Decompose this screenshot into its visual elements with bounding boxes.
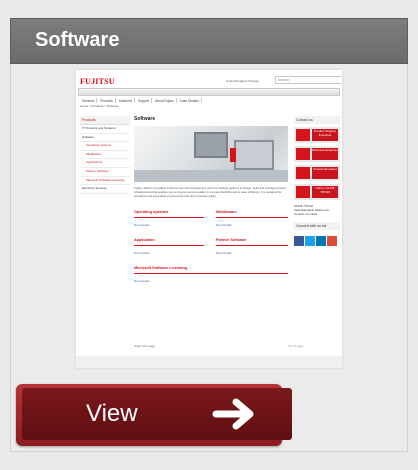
thumb-contact-label: Product Support Enquiries: [312, 129, 338, 141]
thumb-contact-button: Business Enquiries: [294, 146, 340, 162]
section-divider: [134, 245, 204, 246]
thumb-footer: [76, 356, 342, 368]
desk-shape: [134, 170, 288, 182]
thumb-nav-item: Case Studies: [177, 98, 202, 103]
section-divider: [216, 245, 288, 246]
thumb-more-link: More Details: [216, 223, 232, 227]
thumb-search-input: Search: [275, 76, 342, 84]
thumb-sidebar-heading: Products: [80, 116, 130, 125]
thumb-more-link: More Details: [216, 251, 232, 255]
linkedin-icon: [316, 236, 326, 246]
thumb-sidebar-item: Partner Software: [80, 168, 130, 177]
monitor-shape: [194, 132, 228, 158]
googleplus-icon: [327, 236, 337, 246]
thumb-nav-item: Products: [97, 98, 116, 103]
thumb-contact-button: Call us: 01235 797110: [294, 184, 340, 200]
thumb-section-title: Middleware: [216, 210, 237, 214]
view-button-face: View: [22, 388, 292, 440]
thumb-sidebar-item: Middleware: [80, 151, 130, 160]
thumb-hero-image: [134, 126, 288, 182]
thumb-section-title: Partner Software: [216, 238, 247, 242]
thumb-contact-online: Contact us online: [294, 212, 318, 216]
thumb-contact-label: Careers Enquiries: [312, 167, 338, 179]
thumb-section-title: Operating systems: [134, 210, 169, 214]
thumb-nav-item: Support: [135, 98, 153, 103]
careers-icon: [296, 167, 310, 179]
view-button-label: View: [86, 400, 138, 427]
thumb-nav-bar: Services Products Solutions Support About Fu…: [78, 88, 340, 103]
cloud-icon: [296, 148, 310, 160]
red-accent-shape: [230, 148, 236, 162]
support-icon: [296, 129, 310, 141]
fujitsu-logo: FUJITSU: [80, 77, 115, 86]
thumb-sidebar-item: Applications: [80, 159, 130, 168]
thumb-breadcrumb: Home > Products > Software: [80, 104, 119, 108]
thumb-sidebar-item: Electronic Devices: [80, 185, 130, 194]
thumb-social-icons: [294, 233, 340, 246]
thumb-intro-text: Fujitsu delivers innovative software fro…: [134, 186, 287, 198]
thumb-sidebar: Products IT Products and Systems Softwar…: [80, 116, 130, 194]
thumb-nav-item: Solutions: [116, 98, 135, 103]
thumb-page-heading: Software: [134, 116, 156, 122]
thumb-more-link: More Details: [134, 251, 150, 255]
thumb-phone: 01235 797110 AskFujitsu@uk.fujitsu.com C…: [294, 204, 340, 216]
thumb-sidebar-item: Operating systems: [80, 142, 130, 151]
section-divider: [134, 273, 288, 274]
thumb-section-title: Application: [134, 238, 155, 242]
thumb-nav-item: About Fujitsu: [152, 98, 177, 103]
thumb-right-column: Contact us Product Support Enquiries Bus…: [294, 116, 340, 246]
section-divider: [134, 217, 204, 218]
thumb-sidebar-item: Software: [80, 134, 130, 143]
thumb-section-title: Microsoft Software Licensing: [134, 266, 187, 270]
software-card: Software FUJITSU United Kingdom Change S…: [0, 0, 418, 470]
twitter-icon: [305, 236, 315, 246]
thumb-sidebar-item: IT Products and Systems: [80, 125, 130, 134]
thumb-main: Software Fujitsu delivers innovative sof…: [134, 116, 288, 283]
card-title: Software: [35, 29, 120, 51]
thumb-more-link: More Details: [134, 279, 150, 283]
thumb-top-link: Top of page: [288, 344, 304, 348]
arrow-right-icon: [212, 398, 254, 430]
thumb-contact-heading: Contact us: [294, 116, 340, 124]
thumb-contact-button: Product Support Enquiries: [294, 127, 340, 143]
thumb-more-link: More Details: [134, 223, 150, 227]
thumb-share-bar: Share this page: [134, 344, 156, 348]
thumb-contact-label: Call us: 01235 797110: [312, 186, 338, 198]
thumb-contact-button: Careers Enquiries: [294, 165, 340, 181]
phone-icon: [296, 186, 310, 198]
region-links: United Kingdom Change: [226, 79, 259, 83]
section-divider: [216, 217, 288, 218]
page-thumbnail[interactable]: FUJITSU United Kingdom Change Search Ser…: [76, 70, 342, 368]
thumb-contact-label: Business Enquiries: [312, 148, 338, 160]
thumb-nav-item: Services: [79, 98, 98, 103]
view-button[interactable]: View: [16, 384, 292, 446]
card-header: Software: [10, 18, 408, 64]
monitor-shape: [234, 140, 274, 170]
thumb-sidebar-item: Microsoft Software Licensing: [80, 177, 130, 186]
thumb-connect-heading: Connect with us via: [294, 222, 340, 230]
facebook-icon: [294, 236, 304, 246]
